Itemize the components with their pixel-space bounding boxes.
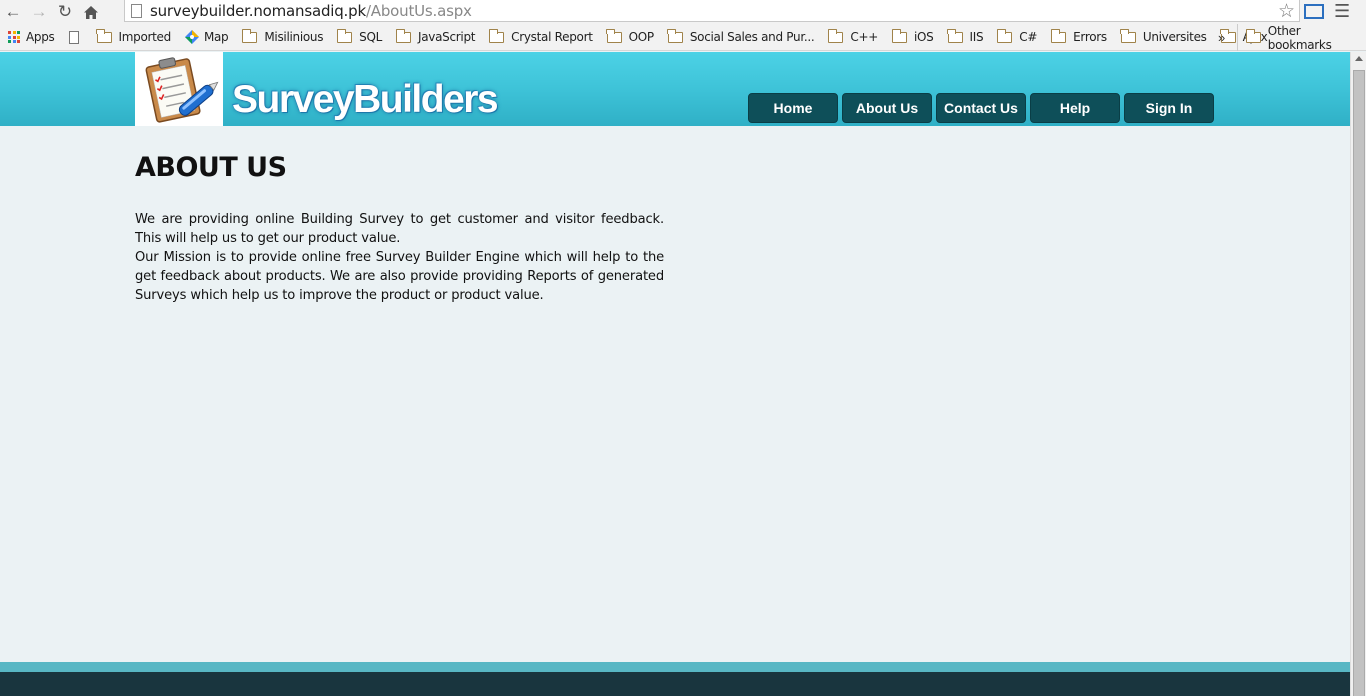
footer (0, 672, 1350, 696)
url-path: /AboutUs.aspx (365, 1, 472, 20)
site-logo[interactable]: SurveyBuilders (135, 52, 499, 126)
menu-about-us[interactable]: About Us (842, 93, 932, 123)
forward-icon[interactable]: → (26, 1, 52, 23)
folder-icon (1245, 29, 1261, 43)
reload-icon[interactable]: ↻ (52, 1, 78, 23)
address-bar[interactable]: surveybuilder.nomansadiq.pk/AboutUs.aspx… (124, 0, 1300, 22)
home-icon[interactable] (78, 1, 104, 23)
folder-icon (395, 28, 412, 43)
apps-icon (8, 31, 20, 43)
bookmark-label: Imported (118, 30, 172, 44)
menu-contact-us[interactable]: Contact Us (936, 93, 1026, 123)
back-icon[interactable]: ← (0, 1, 26, 23)
other-bookmarks[interactable]: Other bookmarks (1237, 23, 1366, 52)
bookmark-label: iOS (914, 30, 934, 44)
bookmark-label: SQL (359, 30, 383, 44)
bookmark-item[interactable]: SQL (329, 24, 388, 51)
bookmark-item[interactable]: OOP (599, 24, 660, 51)
bookmark-item[interactable]: Imported (89, 24, 177, 51)
vertical-scrollbar[interactable] (1350, 52, 1366, 696)
bookmark-label: Social Sales and Pur... (689, 30, 815, 44)
bookmark-label: Apps (26, 30, 55, 44)
url-host: surveybuilder.nomansadiq.pk (150, 1, 366, 20)
bookmark-label: Crystal Report (511, 30, 593, 44)
bookmark-item[interactable]: Errors (1043, 24, 1113, 51)
bookmark-label: IIS (969, 30, 984, 44)
bookmark-item[interactable]: Apps (0, 24, 61, 51)
bookmark-item[interactable]: IIS (940, 24, 990, 51)
folder-icon (947, 28, 963, 43)
menu-icon[interactable]: ☰ (1334, 1, 1350, 22)
folder-icon (996, 28, 1013, 43)
folder-icon (241, 28, 258, 43)
site-header: SurveyBuilders Home About Us Contact Us … (0, 52, 1350, 126)
folder-icon (827, 28, 844, 43)
browser-toolbar: ← → ↻ surveybuilder.nomansadiq.pk/AboutU… (0, 0, 1366, 24)
bookmark-item[interactable]: Universites (1113, 24, 1213, 51)
bookmark-item[interactable]: iOS (884, 24, 940, 51)
menu-help[interactable]: Help (1030, 93, 1120, 123)
page-icon (131, 3, 142, 18)
bookmark-label: OOP (628, 30, 655, 44)
page-icon (68, 30, 79, 44)
menu-home[interactable]: Home (748, 93, 838, 123)
bookmark-item[interactable]: Map (177, 24, 234, 51)
bookmark-item[interactable]: Social Sales and Pur... (660, 24, 821, 51)
folder-icon (1120, 28, 1136, 43)
bookmarks-overflow[interactable]: » (1218, 24, 1225, 51)
bookmarks-bar: Apps Imported Map Misilinious SQL JavaScript C… (0, 24, 1366, 51)
footer-band (0, 662, 1350, 672)
scroll-thumb[interactable] (1353, 70, 1365, 696)
cast-icon[interactable] (1304, 3, 1324, 19)
logo-text: SurveyBuilders (232, 78, 499, 121)
about-text: We are providing online Building Survey … (135, 210, 664, 305)
other-bookmarks-label: Other bookmarks (1267, 23, 1332, 52)
folder-icon (606, 28, 622, 43)
bookmark-item[interactable]: Crystal Report (481, 24, 598, 51)
bookmark-item[interactable] (61, 24, 89, 51)
bookmark-item[interactable]: C++ (820, 24, 884, 51)
bookmark-label: Map (203, 30, 229, 44)
bookmark-label: Universites (1142, 30, 1207, 44)
mission-paragraph: Our Mission is to provide online free Su… (135, 250, 664, 303)
star-icon[interactable]: ☆ (1278, 0, 1295, 23)
folder-icon (667, 28, 683, 43)
folder-icon (891, 28, 907, 43)
clipboard-icon (135, 52, 223, 126)
bookmark-label: JavaScript (418, 30, 476, 44)
folder-icon (336, 28, 353, 43)
bookmark-label: Errors (1073, 30, 1107, 44)
main-menu: Home About Us Contact Us Help Sign In (748, 93, 1214, 123)
folder-icon (1050, 28, 1067, 43)
about-paragraph: We are providing online Building Survey … (135, 212, 664, 246)
menu-sign-in[interactable]: Sign In (1124, 93, 1214, 123)
bookmark-item[interactable]: Misilinious (234, 24, 329, 51)
bookmark-label: Misilinious (264, 30, 324, 44)
folder-icon (96, 28, 112, 43)
scroll-up-icon[interactable] (1355, 56, 1363, 61)
bookmark-item[interactable]: C# (989, 24, 1043, 51)
maps-icon (184, 30, 199, 44)
page-title: ABOUT US (135, 152, 287, 183)
bookmark-label: C++ (850, 30, 878, 44)
folder-icon (488, 28, 505, 43)
bookmark-label: C# (1019, 30, 1038, 44)
bookmark-item[interactable]: JavaScript (388, 24, 481, 51)
